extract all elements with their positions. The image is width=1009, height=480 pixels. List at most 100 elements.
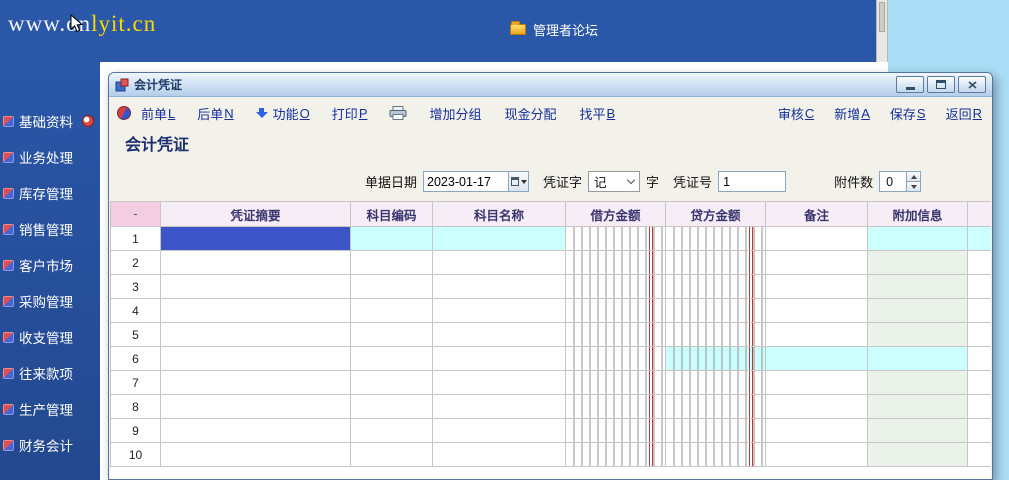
cell-memo[interactable] [766, 251, 868, 275]
cell-subject-code[interactable] [351, 299, 433, 323]
header-memo[interactable]: 备注 [766, 202, 868, 227]
cell-subject-code[interactable] [351, 323, 433, 347]
cell-summary[interactable] [161, 443, 351, 467]
date-input[interactable] [424, 172, 508, 191]
scrollbar-thumb[interactable] [879, 2, 885, 32]
header-extra-info[interactable]: 附加信息 [868, 202, 968, 227]
calendar-dropdown-button[interactable] [508, 172, 528, 191]
cell-subject-code[interactable] [351, 275, 433, 299]
row-number[interactable]: 6 [111, 347, 161, 371]
cell-subject-code[interactable] [351, 395, 433, 419]
cell-summary[interactable] [161, 227, 351, 251]
cell-credit[interactable] [666, 251, 766, 275]
cell-summary[interactable] [161, 419, 351, 443]
sidebar-item-current-accounts[interactable]: 往来款项 [0, 362, 100, 384]
cell-debit[interactable] [566, 299, 666, 323]
cell-subject-name[interactable] [433, 227, 566, 251]
cell-subject-code[interactable] [351, 251, 433, 275]
window-titlebar[interactable]: 会计凭证 [109, 73, 992, 97]
cell-extra-info[interactable] [868, 419, 968, 443]
cell-clipped[interactable] [968, 299, 992, 323]
sidebar-item-income-expense[interactable]: 收支管理 [0, 326, 100, 348]
row-number[interactable]: 9 [111, 419, 161, 443]
cell-memo[interactable] [766, 443, 868, 467]
cell-subject-code[interactable] [351, 371, 433, 395]
cell-extra-info[interactable] [868, 371, 968, 395]
cell-extra-info[interactable] [868, 275, 968, 299]
cell-clipped[interactable] [968, 275, 992, 299]
header-subject-code[interactable]: 科目编码 [351, 202, 433, 227]
row-number[interactable]: 3 [111, 275, 161, 299]
attachments-value[interactable]: 0 [880, 172, 906, 191]
cell-extra-info[interactable] [868, 347, 968, 371]
cell-memo[interactable] [766, 395, 868, 419]
cell-credit[interactable] [666, 227, 766, 251]
cell-subject-name[interactable] [433, 443, 566, 467]
cell-credit[interactable] [666, 443, 766, 467]
cell-subject-name[interactable] [433, 371, 566, 395]
maximize-button[interactable] [927, 76, 955, 93]
row-number[interactable]: 8 [111, 395, 161, 419]
row-number[interactable]: 10 [111, 443, 161, 467]
cell-memo[interactable] [766, 347, 868, 371]
cell-extra-info[interactable] [868, 251, 968, 275]
cell-debit[interactable] [566, 347, 666, 371]
cell-debit[interactable] [566, 251, 666, 275]
cell-debit[interactable] [566, 227, 666, 251]
header-summary[interactable]: 凭证摘要 [161, 202, 351, 227]
cell-clipped[interactable] [968, 347, 992, 371]
cell-clipped[interactable] [968, 251, 992, 275]
cell-memo[interactable] [766, 371, 868, 395]
toolbar-item-print[interactable]: 打印P [332, 104, 368, 123]
sidebar-item-purchasing-management[interactable]: 采购管理 [0, 290, 100, 312]
toolbar-item-add-new[interactable]: 新增A [834, 104, 870, 123]
toolbar-item-balance[interactable]: 找平B [580, 104, 616, 123]
cell-memo[interactable] [766, 299, 868, 323]
cell-credit[interactable] [666, 347, 766, 371]
toolbar-item-prev-doc[interactable]: 前单L [141, 104, 175, 123]
cell-subject-name[interactable] [433, 323, 566, 347]
cell-debit[interactable] [566, 323, 666, 347]
cell-summary[interactable] [161, 323, 351, 347]
cell-extra-info[interactable] [868, 443, 968, 467]
cell-debit[interactable] [566, 275, 666, 299]
cell-clipped[interactable] [968, 227, 992, 251]
header-corner[interactable]: - [111, 202, 161, 227]
cell-debit[interactable] [566, 395, 666, 419]
cell-summary[interactable] [161, 371, 351, 395]
close-button[interactable] [958, 76, 986, 93]
cell-credit[interactable] [666, 419, 766, 443]
sidebar-item-inventory-management[interactable]: 库存管理 [0, 182, 100, 204]
cell-subject-code[interactable] [351, 443, 433, 467]
row-number[interactable]: 2 [111, 251, 161, 275]
cell-subject-code[interactable] [351, 347, 433, 371]
header-clipped[interactable] [968, 202, 992, 227]
cell-credit[interactable] [666, 299, 766, 323]
minimize-button[interactable] [896, 76, 924, 93]
cell-clipped[interactable] [968, 323, 992, 347]
row-number[interactable]: 5 [111, 323, 161, 347]
cell-credit[interactable] [666, 371, 766, 395]
cell-clipped[interactable] [968, 395, 992, 419]
cell-clipped[interactable] [968, 419, 992, 443]
pin-icon[interactable] [82, 115, 94, 127]
row-number[interactable]: 7 [111, 371, 161, 395]
cell-summary[interactable] [161, 275, 351, 299]
cell-clipped[interactable] [968, 371, 992, 395]
cell-subject-name[interactable] [433, 395, 566, 419]
sidebar-item-business-processing[interactable]: 业务处理 [0, 146, 100, 168]
toolbar-item-next-doc[interactable]: 后单N [197, 104, 233, 123]
sidebar-item-customer-market[interactable]: 客户市场 [0, 254, 100, 276]
cell-extra-info[interactable] [868, 227, 968, 251]
cell-extra-info[interactable] [868, 395, 968, 419]
cell-extra-info[interactable] [868, 323, 968, 347]
forum-link[interactable]: 管理者论坛 [510, 20, 598, 39]
row-number[interactable]: 4 [111, 299, 161, 323]
toolbar-item-add-group[interactable]: 增加分组 [429, 104, 482, 123]
cell-subject-name[interactable] [433, 299, 566, 323]
cell-subject-code[interactable] [351, 227, 433, 251]
cell-memo[interactable] [766, 323, 868, 347]
row-number[interactable]: 1 [111, 227, 161, 251]
header-credit-amount[interactable]: 贷方金额 [666, 202, 766, 227]
sidebar-item-basic-data[interactable]: 基础资料 [0, 110, 100, 132]
